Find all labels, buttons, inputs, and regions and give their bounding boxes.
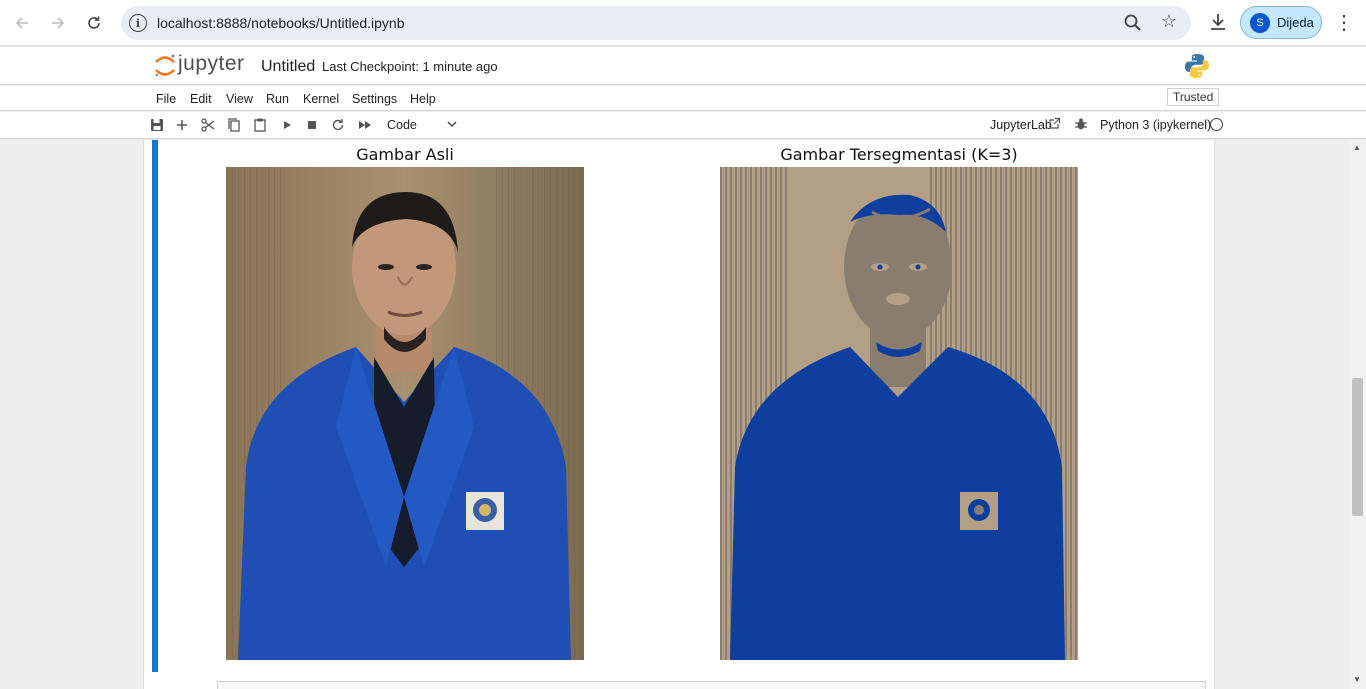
download-icon[interactable]: [1206, 10, 1230, 34]
kernel-status-icon: [1210, 118, 1223, 131]
restart-icon[interactable]: [330, 117, 346, 133]
menu-kernel[interactable]: Kernel: [303, 92, 339, 106]
cell-selection-indicator[interactable]: [152, 140, 158, 672]
back-button[interactable]: [8, 9, 36, 37]
profile-button[interactable]: S Dijeda: [1240, 6, 1322, 39]
menu-settings[interactable]: Settings: [352, 92, 397, 106]
debugger-bug-icon[interactable]: [1074, 117, 1088, 131]
segmented-image-title: Gambar Tersegmentasi (K=3): [780, 145, 1018, 164]
bookmark-star-icon[interactable]: ☆: [1161, 11, 1177, 32]
cell-type-select[interactable]: Code: [387, 118, 417, 132]
segmented-photo-graphic: [720, 167, 1078, 660]
menu-file[interactable]: File: [156, 92, 176, 106]
avatar: S: [1250, 13, 1270, 33]
paste-icon[interactable]: [252, 117, 268, 133]
fast-forward-icon[interactable]: [357, 117, 373, 133]
jupyterlab-link[interactable]: JupyterLab: [990, 118, 1052, 132]
profile-name: Dijeda: [1277, 15, 1314, 30]
jupyter-header: jupyter Untitled Last Checkpoint: 1 minu…: [0, 47, 1366, 85]
url-text: localhost:8888/notebooks/Untitled.ipynb: [157, 15, 405, 31]
original-photo-graphic: [226, 167, 584, 660]
browser-toolbar: i localhost:8888/notebooks/Untitled.ipyn…: [0, 0, 1366, 46]
original-image: [226, 167, 584, 660]
menu-run[interactable]: Run: [266, 92, 289, 106]
checkpoint-status: Last Checkpoint: 1 minute ago: [322, 59, 498, 74]
menu-bar: File Edit View Run Kernel Settings Help …: [0, 86, 1366, 111]
external-link-icon[interactable]: [1048, 117, 1061, 130]
arrow-right-icon: [52, 17, 65, 29]
reload-icon: [88, 16, 100, 29]
scrollbar-thumb[interactable]: [1352, 378, 1363, 516]
stop-icon[interactable]: [304, 117, 320, 133]
jupyter-logo[interactable]: jupyter: [154, 52, 254, 78]
run-icon[interactable]: [279, 117, 295, 133]
cut-icon[interactable]: [200, 117, 216, 133]
chevron-down-icon[interactable]: [446, 118, 458, 130]
notebook-title[interactable]: Untitled: [261, 58, 315, 76]
menu-edit[interactable]: Edit: [190, 92, 212, 106]
notebook-area: [0, 140, 1366, 689]
zoom-icon[interactable]: [1123, 13, 1143, 33]
forward-button[interactable]: [44, 9, 72, 37]
notebook-toolbar: Code JupyterLab Python 3 (ipykernel): [0, 112, 1366, 139]
scroll-up-arrow-icon[interactable]: ▲: [1353, 143, 1361, 152]
scroll-down-arrow-icon[interactable]: ▼: [1353, 675, 1361, 684]
address-bar[interactable]: i localhost:8888/notebooks/Untitled.ipyn…: [121, 6, 1191, 40]
python-logo-icon: [1185, 54, 1209, 78]
copy-icon[interactable]: [226, 117, 242, 133]
site-info-icon[interactable]: i: [129, 14, 147, 32]
trusted-badge[interactable]: Trusted: [1167, 88, 1220, 106]
jupyter-wordmark: jupyter: [178, 52, 245, 75]
original-image-title: Gambar Asli: [356, 145, 454, 164]
arrow-left-icon: [15, 17, 28, 29]
browser-menu-icon[interactable]: ⋮: [1334, 10, 1354, 36]
next-code-cell[interactable]: [217, 681, 1206, 689]
segmented-image: [720, 167, 1078, 660]
jupyter-orbit-icon: [155, 54, 175, 77]
save-icon[interactable]: [149, 117, 165, 133]
kernel-name[interactable]: Python 3 (ipykernel): [1100, 118, 1211, 132]
reload-button[interactable]: [80, 9, 108, 37]
menu-help[interactable]: Help: [410, 92, 436, 106]
menu-view[interactable]: View: [226, 92, 253, 106]
add-cell-icon[interactable]: [174, 117, 190, 133]
